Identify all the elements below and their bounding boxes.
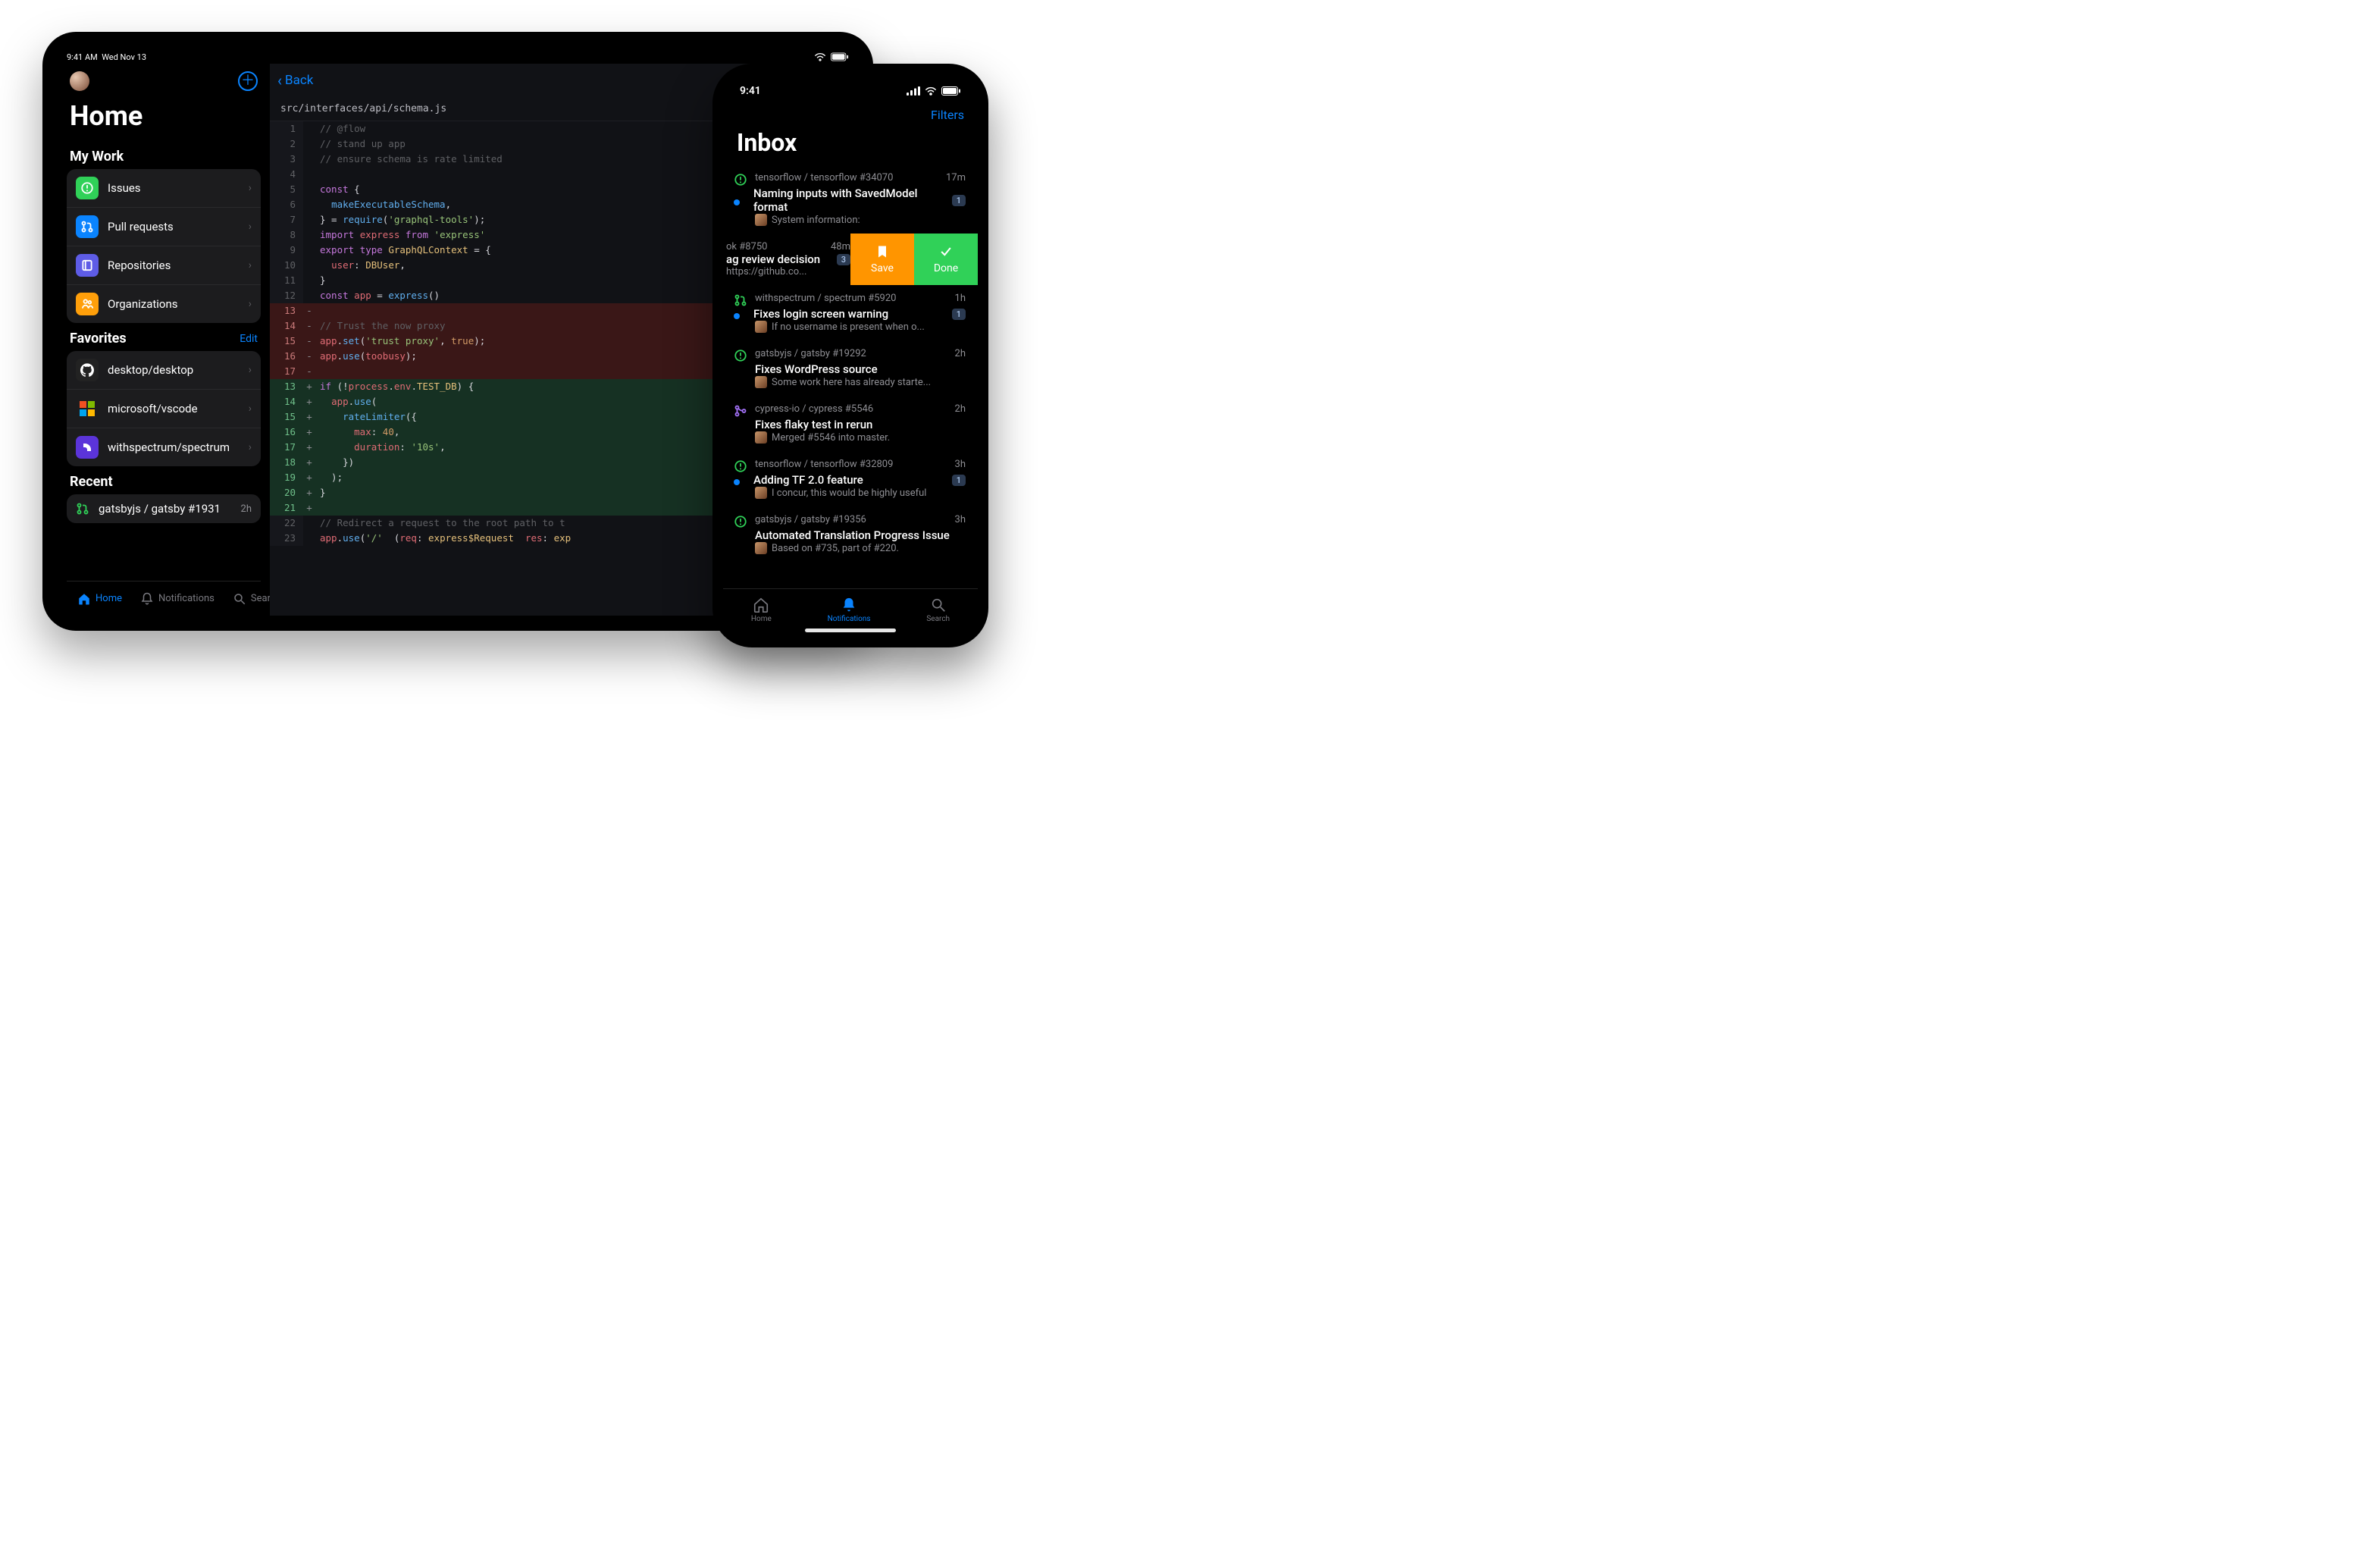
favorite-desktop[interactable]: desktop/desktop ›	[67, 351, 261, 389]
inbox-item[interactable]: tensorflow / tensorflow #328093h Adding …	[723, 451, 978, 506]
tab-notifications[interactable]: Notifications	[140, 592, 215, 606]
recent-time: 2h	[241, 503, 252, 515]
section-favorites: Favorites Edit	[67, 323, 261, 351]
count-badge: 1	[952, 195, 966, 206]
phone-nav-bar: Filters	[723, 108, 978, 127]
pr-icon	[734, 293, 747, 307]
ipad-status-time: 9:41 AM	[67, 52, 98, 62]
author-avatar	[755, 431, 767, 444]
author-avatar	[755, 487, 767, 499]
issue-icon	[734, 459, 747, 473]
battery-icon	[941, 86, 961, 96]
sidebar-item-label: gatsbyjs / gatsby #1931	[99, 502, 232, 516]
unread-dot	[734, 479, 740, 485]
ipad-tab-bar: Home Notifications Search	[67, 581, 261, 616]
my-work-card: Issues › Pull requests › R	[67, 169, 261, 323]
edit-favorites-button[interactable]: Edit	[240, 333, 258, 345]
add-button[interactable]: ＋	[238, 71, 258, 91]
section-recent: Recent	[67, 466, 261, 494]
merge-icon	[734, 404, 747, 418]
favorite-vscode[interactable]: microsoft/vscode ›	[67, 389, 261, 428]
iphone-device: 9:41 Filters Inbox tensorflow / tensorfl…	[712, 64, 988, 647]
recent-card: gatsbyjs / gatsby #1931 2h	[67, 494, 261, 523]
unread-dot	[734, 313, 740, 319]
home-indicator[interactable]	[805, 629, 896, 632]
tab-search[interactable]: Search	[233, 592, 270, 606]
inbox-item[interactable]: tensorflow / tensorflow #3407017m Naming…	[723, 165, 978, 234]
avatar[interactable]	[70, 71, 89, 91]
chevron-right-icon: ›	[249, 441, 252, 453]
count-badge: 1	[952, 309, 966, 320]
author-avatar	[755, 542, 767, 554]
sidebar-item-label: microsoft/vscode	[108, 402, 240, 415]
chevron-right-icon: ›	[249, 364, 252, 376]
inbox-list[interactable]: tensorflow / tensorflow #3407017m Naming…	[723, 165, 978, 588]
back-button[interactable]: Back	[285, 73, 313, 88]
spectrum-icon	[76, 436, 99, 459]
ipad-status-bar: 9:41 AM Wed Nov 13	[58, 47, 858, 64]
sidebar-item-label: Organizations	[108, 297, 240, 311]
favorites-card: desktop/desktop › microsoft/vscode › wit…	[67, 351, 261, 466]
section-my-work: My Work	[67, 141, 261, 169]
swipe-save-button[interactable]: Save	[850, 234, 914, 285]
swipe-done-button[interactable]: Done	[914, 234, 978, 285]
microsoft-icon	[76, 397, 99, 420]
sidebar-item-organizations[interactable]: Organizations ›	[67, 284, 261, 323]
issue-icon	[734, 515, 747, 528]
tab-home[interactable]: Home	[751, 597, 772, 623]
sidebar-item-issues[interactable]: Issues ›	[67, 169, 261, 207]
sidebar-item-repositories[interactable]: Repositories ›	[67, 246, 261, 284]
iphone-screen: 9:41 Filters Inbox tensorflow / tensorfl…	[723, 74, 978, 637]
inbox-item-swiped[interactable]: ok #875048m ag review decision3 https://…	[723, 234, 978, 285]
tab-home[interactable]: Home	[77, 592, 122, 606]
sidebar: ＋ Home My Work Issues ›	[58, 64, 270, 616]
battery-icon	[831, 52, 849, 61]
sidebar-item-label: Repositories	[108, 259, 240, 272]
favorite-spectrum[interactable]: withspectrum/spectrum ›	[67, 428, 261, 466]
author-avatar	[755, 376, 767, 388]
notch	[786, 74, 915, 94]
count-badge: 1	[952, 475, 966, 486]
sidebar-item-label: Pull requests	[108, 220, 240, 234]
author-avatar	[755, 214, 767, 226]
filters-button[interactable]: Filters	[931, 108, 964, 122]
chevron-left-icon[interactable]: ‹	[277, 71, 282, 89]
page-title: Inbox	[723, 127, 978, 165]
chevron-right-icon: ›	[249, 221, 252, 233]
issue-open-icon	[76, 177, 99, 199]
chevron-right-icon: ›	[249, 298, 252, 310]
wifi-icon	[814, 52, 826, 61]
inbox-item[interactable]: cypress-io / cypress #55462h Fixes flaky…	[723, 396, 978, 451]
chevron-right-icon: ›	[249, 403, 252, 415]
issue-icon	[734, 349, 747, 362]
sidebar-item-label: withspectrum/spectrum	[108, 440, 240, 454]
pull-request-icon	[76, 215, 99, 238]
inbox-item[interactable]: gatsbyjs / gatsby #193563h Automated Tra…	[723, 506, 978, 562]
chevron-right-icon: ›	[249, 259, 252, 271]
github-icon	[76, 359, 99, 381]
pull-request-icon	[76, 502, 89, 516]
inbox-item[interactable]: withspectrum / spectrum #59201h Fixes lo…	[723, 285, 978, 340]
ipad-status-date: Wed Nov 13	[102, 52, 146, 62]
organization-icon	[76, 293, 99, 315]
phone-status-time: 9:41	[740, 85, 761, 97]
page-title: Home	[67, 97, 261, 141]
inbox-item[interactable]: gatsbyjs / gatsby #192922h Fixes WordPre…	[723, 340, 978, 396]
repo-icon	[76, 254, 99, 277]
sidebar-item-pull-requests[interactable]: Pull requests ›	[67, 207, 261, 246]
issue-icon	[734, 173, 747, 187]
author-avatar	[755, 321, 767, 333]
chevron-right-icon: ›	[249, 182, 252, 194]
sidebar-item-label: Issues	[108, 181, 240, 195]
sidebar-item-label: desktop/desktop	[108, 363, 240, 377]
wifi-icon	[925, 86, 937, 96]
unread-dot	[734, 199, 740, 205]
tab-notifications[interactable]: Notifications	[828, 597, 871, 623]
tab-search[interactable]: Search	[926, 597, 950, 623]
recent-item[interactable]: gatsbyjs / gatsby #1931 2h	[67, 494, 261, 523]
